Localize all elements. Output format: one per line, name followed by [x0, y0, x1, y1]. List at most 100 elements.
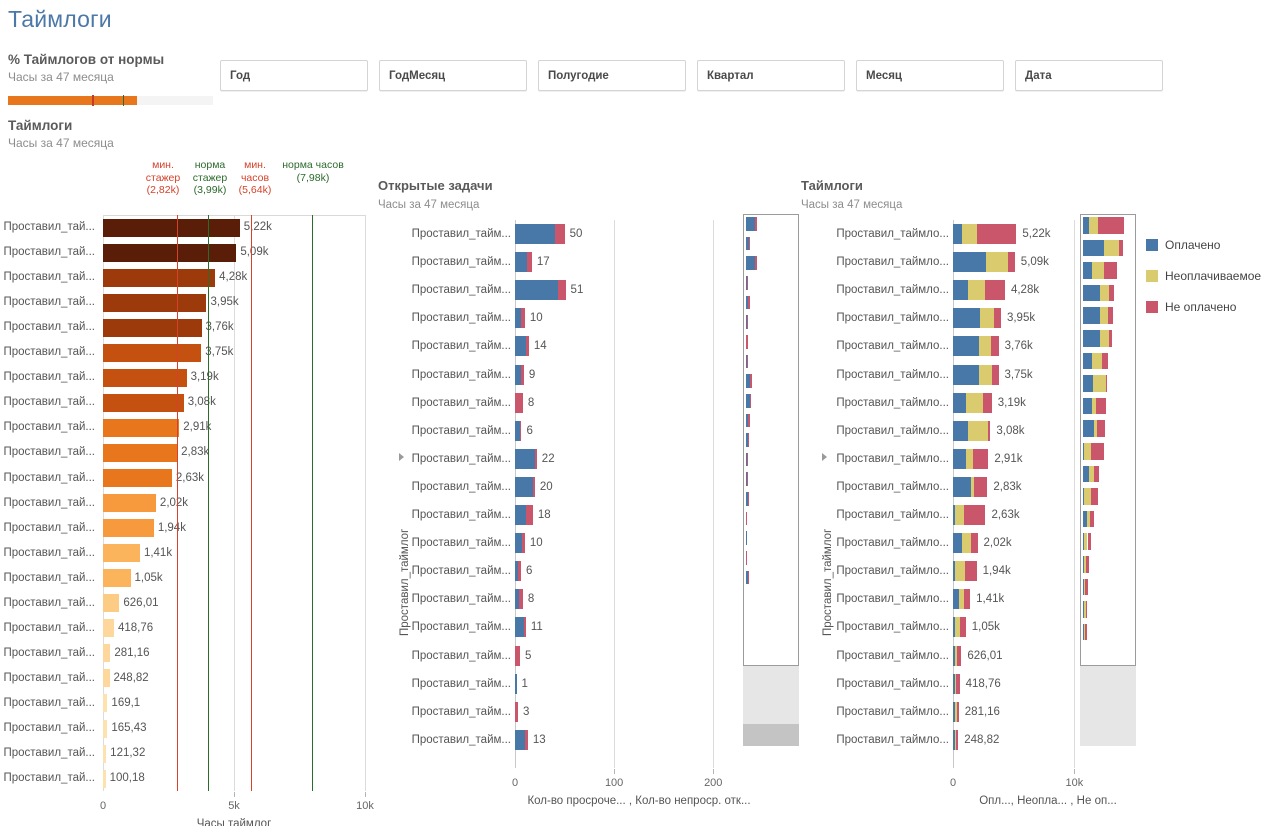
row-label[interactable]: Проставил_таймло...	[836, 593, 949, 605]
bar-segment[interactable]	[979, 364, 993, 385]
bar[interactable]	[103, 744, 107, 763]
row-label[interactable]: Проставил_тайм...	[409, 650, 511, 662]
row-label[interactable]: Проставил_тай...	[0, 672, 95, 684]
bar-segment[interactable]	[991, 336, 999, 357]
bar[interactable]	[103, 268, 216, 287]
bar[interactable]	[103, 494, 156, 513]
bar-segment[interactable]	[532, 476, 535, 497]
bar-segment[interactable]	[515, 701, 518, 722]
row-label[interactable]: Проставил_тай...	[0, 421, 95, 433]
row-label[interactable]: Проставил_тайм...	[409, 509, 511, 521]
row-label[interactable]: Проставил_тайм...	[409, 284, 511, 296]
row-label[interactable]: Проставил_тай...	[0, 396, 95, 408]
row-label[interactable]: Проставил_тай...	[0, 522, 95, 534]
row-label[interactable]: Проставил_тайм...	[409, 453, 511, 465]
row-label[interactable]: Проставил_таймло...	[836, 228, 949, 240]
filter-2[interactable]: Полугодие	[538, 60, 686, 91]
bar-segment[interactable]	[519, 420, 522, 441]
bar[interactable]	[103, 218, 240, 237]
bar-segment[interactable]	[967, 280, 986, 301]
bar-segment[interactable]	[520, 364, 524, 385]
row-label[interactable]: Проставил_таймло...	[836, 678, 949, 690]
row-label[interactable]: Проставил_таймло...	[836, 706, 949, 718]
minimap-scroll-thumb[interactable]	[743, 724, 799, 746]
bar-segment[interactable]	[515, 673, 517, 694]
bar-segment[interactable]	[988, 420, 991, 441]
bar-segment[interactable]	[557, 280, 566, 301]
bar-segment[interactable]	[954, 561, 966, 582]
row-label[interactable]: Проставил_тайм...	[409, 678, 511, 690]
row-label[interactable]: Проставил_тайм...	[409, 397, 511, 409]
legend-item-1[interactable]: Неоплачиваемое	[1146, 269, 1261, 283]
row-label[interactable]: Проставил_таймло...	[836, 369, 949, 381]
row-label[interactable]: Проставил_тай...	[0, 597, 95, 609]
bar-segment[interactable]	[953, 224, 962, 244]
bar-segment[interactable]	[515, 729, 525, 750]
bar-segment[interactable]	[968, 420, 989, 441]
filter-5[interactable]: Дата	[1015, 60, 1163, 91]
bar-segment[interactable]	[1008, 252, 1015, 273]
row-label[interactable]: Проставил_таймло...	[836, 284, 949, 296]
bar[interactable]	[103, 769, 106, 788]
bar-segment[interactable]	[953, 448, 967, 469]
bar-segment[interactable]	[515, 476, 533, 497]
minimap-viewport[interactable]	[1080, 214, 1136, 666]
bar-segment[interactable]	[992, 364, 999, 385]
bar-segment[interactable]	[964, 505, 986, 525]
bar-segment[interactable]	[515, 533, 522, 554]
bar-segment[interactable]	[965, 561, 977, 582]
bar-segment[interactable]	[518, 589, 523, 610]
row-label[interactable]: Проставил_таймло...	[836, 312, 949, 324]
bar-segment[interactable]	[961, 533, 971, 554]
bar[interactable]	[103, 669, 110, 688]
row-label[interactable]: Проставил_тайм...	[409, 312, 511, 324]
bar[interactable]	[103, 619, 114, 638]
bar-segment[interactable]	[966, 392, 983, 413]
bar-segment[interactable]	[956, 729, 959, 750]
row-label[interactable]: Проставил_таймло...	[836, 509, 949, 521]
bar-segment[interactable]	[515, 505, 526, 525]
filter-0[interactable]: Год	[220, 60, 368, 91]
bar[interactable]	[103, 544, 140, 563]
bar-segment[interactable]	[953, 420, 969, 441]
bar-segment[interactable]	[526, 252, 532, 273]
bar-segment[interactable]	[953, 392, 967, 413]
row-label[interactable]: Проставил_таймло...	[836, 734, 949, 746]
row-label[interactable]: Проставил_тай...	[0, 547, 95, 559]
row-label[interactable]: Проставил_тай...	[0, 572, 95, 584]
row-label[interactable]: Проставил_тай...	[0, 772, 95, 784]
bar-segment[interactable]	[515, 280, 558, 301]
row-label[interactable]: Проставил_тай...	[0, 446, 95, 458]
bar-segment[interactable]	[956, 673, 960, 694]
bar-segment[interactable]	[953, 364, 980, 385]
row-label[interactable]: Проставил_тайм...	[409, 256, 511, 268]
legend-item-2[interactable]: Не оплачено	[1146, 300, 1261, 314]
row-label[interactable]: Проставил_таймло...	[836, 621, 949, 633]
row-label[interactable]: Проставил_тайм...	[409, 565, 511, 577]
bar-segment[interactable]	[515, 617, 524, 638]
bar-segment[interactable]	[979, 308, 994, 329]
row-label[interactable]: Проставил_тай...	[0, 371, 95, 383]
row-label[interactable]: Проставил_тайм...	[409, 706, 511, 718]
row-label[interactable]: Проставил_тайм...	[409, 593, 511, 605]
bar[interactable]	[103, 343, 202, 362]
row-label[interactable]: Проставил_тайм...	[409, 369, 511, 381]
bar[interactable]	[103, 519, 154, 538]
bar-segment[interactable]	[525, 505, 533, 525]
row-label[interactable]: Проставил_тай...	[0, 697, 95, 709]
row-label[interactable]: Проставил_таймло...	[836, 650, 949, 662]
bar-segment[interactable]	[961, 224, 977, 244]
bar-segment[interactable]	[953, 533, 962, 554]
expand-triangle-icon[interactable]	[399, 453, 404, 462]
bar-segment[interactable]	[978, 336, 992, 357]
minimap-viewport[interactable]	[743, 214, 799, 666]
bar-segment[interactable]	[524, 729, 528, 750]
bar-segment[interactable]	[953, 476, 971, 497]
bar-segment[interactable]	[957, 645, 962, 666]
bar-segment[interactable]	[966, 448, 974, 469]
bar-segment[interactable]	[523, 617, 526, 638]
bar-segment[interactable]	[953, 280, 968, 301]
filter-1[interactable]: ГодМесяц	[379, 60, 527, 91]
bar-segment[interactable]	[985, 252, 1009, 273]
bar[interactable]	[103, 393, 184, 412]
